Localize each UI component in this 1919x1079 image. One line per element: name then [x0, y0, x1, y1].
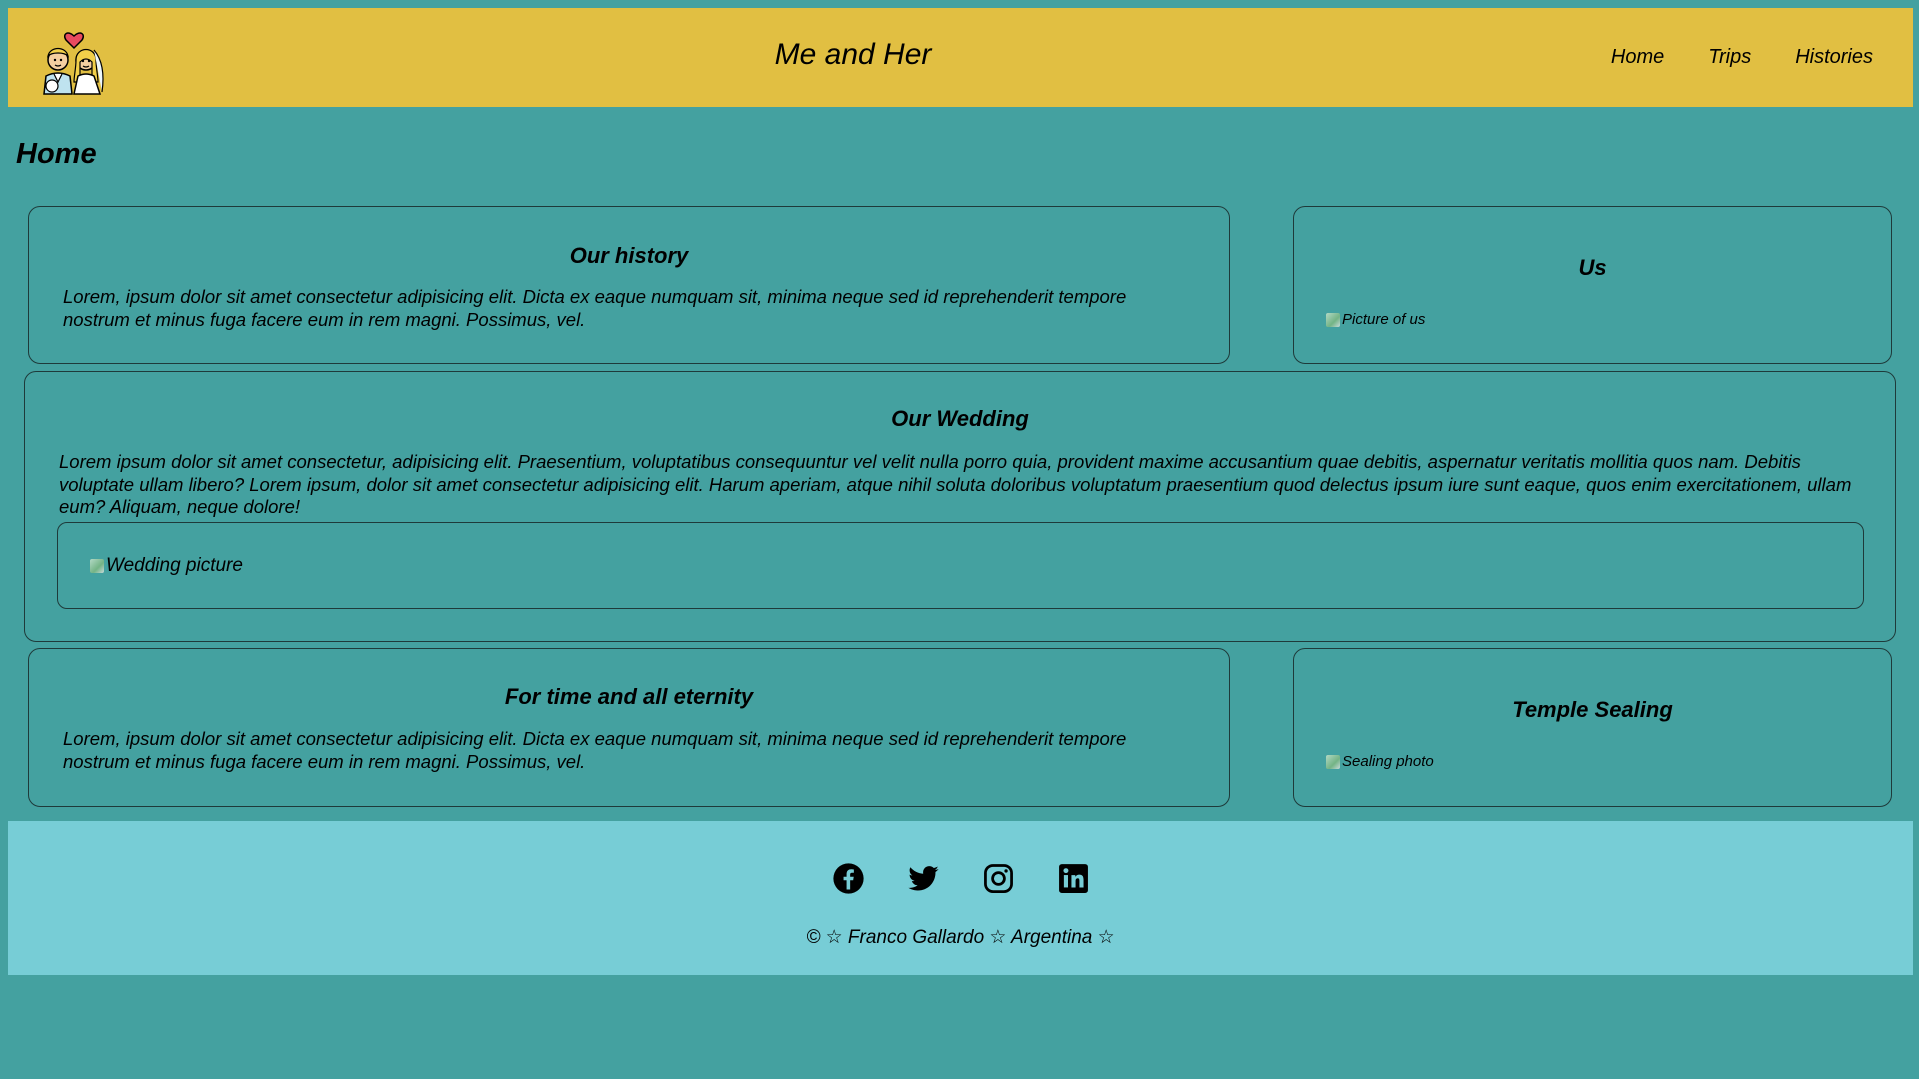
- nav-trips-link[interactable]: Trips: [1708, 46, 1751, 69]
- history-title: Our history: [569, 243, 689, 268]
- facebook-icon[interactable]: [832, 862, 865, 895]
- broken-image-icon: [1326, 312, 1340, 327]
- wedding-picture: Wedding picture: [90, 555, 243, 577]
- instagram-icon[interactable]: [982, 862, 1015, 895]
- broken-image-icon: [90, 559, 104, 573]
- sealing-picture: Sealing photo: [1326, 753, 1434, 770]
- nav-histories-link[interactable]: Histories: [1795, 46, 1873, 69]
- sealing-title: Temple Sealing: [1512, 697, 1673, 722]
- page-heading: Home: [16, 138, 97, 170]
- history-text: Lorem, ipsum dolor sit amet consectetur …: [63, 286, 1127, 330]
- eternity-card: For time and all eternity Lorem, ipsum d…: [28, 648, 1230, 807]
- us-title: Us: [1578, 255, 1607, 280]
- us-picture: Picture of us: [1326, 311, 1425, 328]
- us-picture-alt: Picture of us: [1342, 311, 1426, 328]
- site-header: Me and Her Home Trips Histories: [8, 8, 1913, 107]
- eternity-text: Lorem, ipsum dolor sit amet consectetur …: [63, 728, 1127, 772]
- nav-home-link[interactable]: Home: [1611, 46, 1664, 69]
- twitter-icon[interactable]: [907, 862, 940, 895]
- sealing-picture-alt: Sealing photo: [1342, 753, 1434, 770]
- us-card: Us Picture of us: [1293, 206, 1892, 364]
- main-nav: Home Trips Histories: [1611, 46, 1873, 69]
- social-links: [8, 862, 1913, 895]
- site-footer: © ☆ Franco Gallardo ☆ Argentina ☆: [8, 821, 1913, 975]
- linkedin-icon[interactable]: [1057, 862, 1090, 895]
- sealing-card: Temple Sealing Sealing photo: [1293, 648, 1892, 807]
- wedding-text: Lorem ipsum dolor sit amet consectetur, …: [59, 451, 1852, 517]
- wedding-picture-alt: Wedding picture: [106, 555, 243, 576]
- site-title: Me and Her: [774, 38, 932, 71]
- wedding-card: Our Wedding Lorem ipsum dolor sit amet c…: [24, 371, 1896, 642]
- page: Me and Her Home Trips Histories: [8, 8, 1913, 107]
- wedding-picture-frame: Wedding picture: [57, 522, 1864, 609]
- broken-image-icon: [1326, 754, 1340, 769]
- history-card: Our history Lorem, ipsum dolor sit amet …: [28, 206, 1230, 364]
- wedding-title: Our Wedding: [891, 406, 1029, 431]
- eternity-title: For time and all eternity: [504, 684, 754, 709]
- copyright-text: © ☆ Franco Gallardo ☆ Argentina ☆: [806, 927, 1115, 948]
